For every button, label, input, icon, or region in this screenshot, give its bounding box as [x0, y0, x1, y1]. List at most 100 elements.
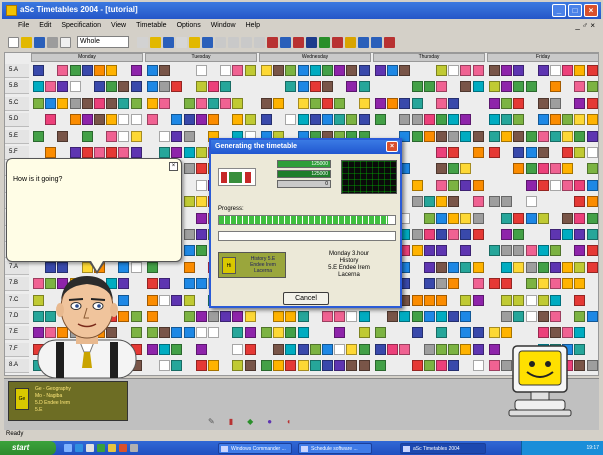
settings-icon[interactable] — [130, 444, 138, 452]
class-row-label[interactable]: 7.D — [5, 310, 29, 324]
lesson-cell[interactable] — [586, 245, 598, 257]
lesson-cell[interactable] — [513, 114, 525, 126]
lesson-cell[interactable] — [472, 360, 484, 372]
toolbar-tool-icon[interactable] — [358, 36, 369, 48]
minimize-button[interactable]: _ — [552, 4, 566, 17]
lesson-cell[interactable] — [586, 114, 598, 126]
lesson-cell[interactable] — [574, 212, 586, 224]
lesson-cell[interactable] — [171, 147, 183, 158]
toolbar-tool-icon[interactable] — [332, 36, 343, 48]
lesson-cell[interactable] — [501, 278, 513, 290]
lesson-cell[interactable] — [489, 147, 500, 158]
lesson-cell[interactable] — [195, 327, 207, 339]
class-row-label[interactable]: 5.C — [5, 96, 29, 111]
lesson-cell[interactable] — [448, 65, 460, 76]
task-windows-commander[interactable]: Windows Commander ... — [218, 443, 292, 454]
lesson-cell[interactable] — [423, 130, 435, 142]
mail-icon[interactable] — [86, 444, 94, 452]
lesson-cell[interactable] — [550, 278, 561, 290]
lesson-cell[interactable] — [171, 294, 183, 306]
lesson-cell[interactable] — [436, 97, 447, 109]
lesson-cell[interactable] — [411, 360, 423, 372]
toolbar-tool-icon[interactable] — [241, 36, 252, 48]
lesson-cell[interactable] — [273, 360, 285, 372]
lesson-cell[interactable] — [159, 147, 171, 158]
lesson-cell[interactable] — [562, 114, 574, 126]
lesson-cell[interactable] — [537, 147, 549, 158]
lesson-cell[interactable] — [489, 343, 500, 355]
lesson-cell[interactable] — [232, 327, 244, 339]
lesson-cell[interactable] — [423, 81, 435, 93]
lesson-cell[interactable] — [81, 65, 93, 76]
lesson-cell[interactable] — [411, 196, 423, 208]
lesson-cell[interactable] — [297, 311, 309, 322]
lesson-cell[interactable] — [460, 179, 472, 191]
save-icon[interactable] — [34, 36, 45, 48]
lesson-cell[interactable] — [358, 97, 370, 109]
lesson-cell[interactable] — [550, 327, 561, 339]
lesson-cell[interactable] — [273, 97, 285, 109]
lesson-cell[interactable] — [106, 147, 118, 158]
lesson-cell[interactable] — [130, 130, 142, 142]
lesson-cell[interactable] — [562, 278, 574, 290]
lesson-cell[interactable] — [45, 147, 57, 158]
bubble-close-button[interactable]: × — [169, 162, 178, 171]
lesson-cell[interactable] — [513, 261, 525, 273]
lesson-cell[interactable] — [232, 360, 244, 372]
desktop-icon[interactable] — [64, 444, 72, 452]
lesson-cell[interactable] — [501, 114, 513, 126]
lesson-cell[interactable] — [195, 97, 207, 109]
lesson-cell[interactable] — [159, 97, 171, 109]
lesson-cell[interactable] — [489, 114, 500, 126]
lesson-cell[interactable] — [574, 261, 586, 273]
lesson-cell[interactable] — [147, 311, 158, 322]
lesson-cell[interactable] — [94, 81, 105, 93]
lesson-cell[interactable] — [423, 360, 435, 372]
lesson-cell[interactable] — [489, 65, 500, 76]
preview-icon[interactable] — [60, 36, 71, 48]
lesson-cell[interactable] — [195, 114, 207, 126]
lesson-cell[interactable] — [460, 130, 472, 142]
lesson-cell[interactable] — [501, 311, 513, 322]
lesson-cell[interactable] — [525, 294, 537, 306]
lock-icon[interactable]: ◆ — [247, 417, 253, 426]
lesson-cell[interactable] — [513, 311, 525, 322]
lesson-cell[interactable] — [460, 294, 472, 306]
lesson-cell[interactable] — [94, 114, 105, 126]
lesson-cell[interactable] — [436, 196, 447, 208]
lesson-cell[interactable] — [460, 212, 472, 224]
lesson-cell[interactable] — [489, 130, 500, 142]
lesson-cell[interactable] — [159, 343, 171, 355]
lesson-cell[interactable] — [232, 114, 244, 126]
lesson-cell[interactable] — [550, 311, 561, 322]
lesson-cell[interactable] — [273, 343, 285, 355]
lesson-cell[interactable] — [411, 311, 423, 322]
lesson-cell[interactable] — [574, 179, 586, 191]
lesson-cell[interactable] — [387, 65, 399, 76]
toolbar-tool-icon[interactable] — [345, 36, 356, 48]
lesson-cell[interactable] — [525, 245, 537, 257]
lesson-cell[interactable] — [472, 81, 484, 93]
lesson-cell[interactable] — [171, 114, 183, 126]
lesson-cell[interactable] — [489, 327, 500, 339]
lesson-cell[interactable] — [489, 278, 500, 290]
lesson-cell[interactable] — [69, 65, 81, 76]
lesson-cell[interactable] — [513, 81, 525, 93]
lesson-cell[interactable] — [69, 97, 81, 109]
lesson-cell[interactable] — [159, 327, 171, 339]
lesson-cell[interactable] — [183, 196, 195, 208]
lesson-cell[interactable] — [322, 343, 333, 355]
lesson-cell[interactable] — [232, 65, 244, 76]
lesson-cell[interactable] — [423, 311, 435, 322]
lesson-cell[interactable] — [309, 81, 321, 93]
lesson-cell[interactable] — [244, 343, 256, 355]
lesson-cell[interactable] — [244, 360, 256, 372]
lesson-cell[interactable] — [358, 81, 370, 93]
lesson-cell[interactable] — [586, 81, 598, 93]
lesson-cell[interactable] — [537, 294, 549, 306]
lesson-cell[interactable] — [147, 81, 158, 93]
lesson-cell[interactable] — [537, 130, 549, 142]
lesson-cell[interactable] — [346, 114, 358, 126]
lesson-cell[interactable] — [285, 360, 297, 372]
lesson-cell[interactable] — [375, 360, 386, 372]
